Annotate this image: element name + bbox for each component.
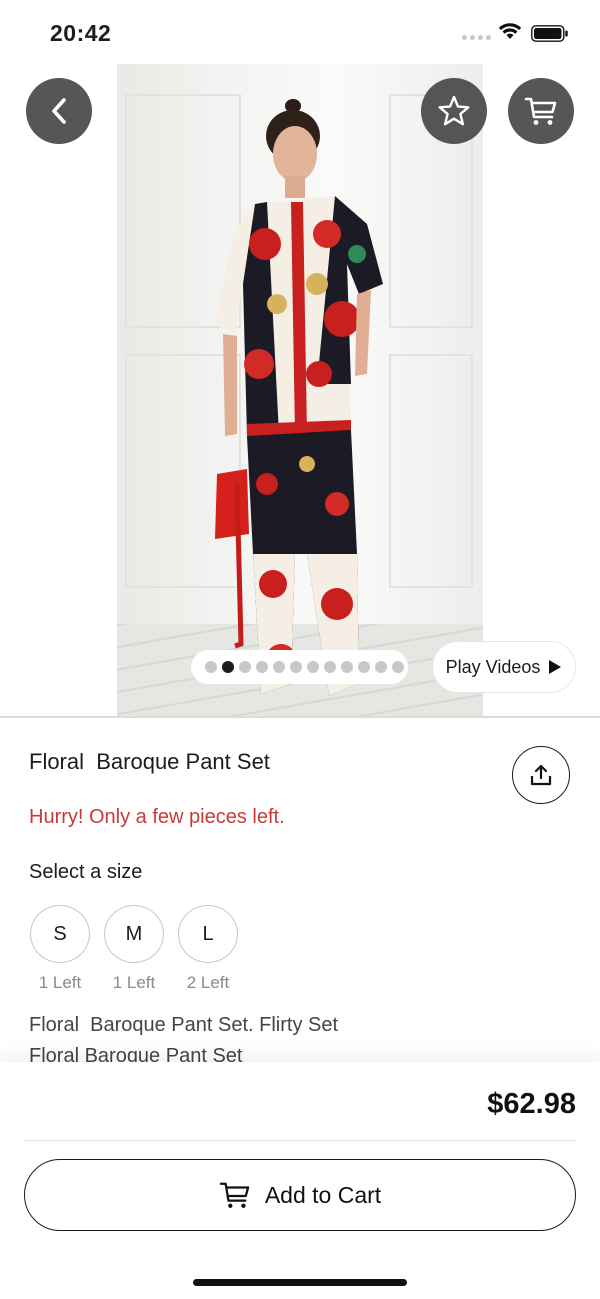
pager-dot[interactable] [307,661,319,673]
cart-icon [219,1182,250,1208]
play-videos-button[interactable]: Play Videos [432,641,576,693]
pager-dot[interactable] [324,661,336,673]
size-option-m: M 1 Left [103,905,165,993]
wifi-icon [498,23,522,39]
divider [24,1140,576,1141]
stock-warning: Hurry! Only a few pieces left. [29,806,285,828]
size-stock-m: 1 Left [112,973,156,992]
product-title: Floral Baroque Pant Set [29,749,270,774]
divider [0,716,600,718]
add-to-cart-button[interactable]: Add to Cart [24,1159,576,1231]
size-prompt: Select a size [29,861,143,883]
size-stock-l: 2 Left [186,973,230,992]
status-bar: 20:42 [0,0,600,64]
pager-dot[interactable] [358,661,370,673]
checkout-bar: $62.98 Add to Cart [0,1062,600,1299]
pager-dot[interactable] [290,661,302,673]
size-stock-s: 1 Left [38,973,82,992]
back-button[interactable] [26,78,92,144]
share-icon [530,764,552,786]
pager-dot[interactable] [375,661,387,673]
size-option-l: L 2 Left [177,905,239,993]
home-indicator [193,1279,407,1286]
signal-icon [462,35,491,40]
play-icon [549,660,562,674]
size-button-s[interactable]: S [30,905,90,963]
image-pager[interactable] [191,650,408,684]
add-to-cart-label: Add to Cart [264,1181,382,1208]
pager-dot[interactable] [239,661,251,673]
battery-icon [531,25,568,42]
chevron-left-icon [52,98,66,124]
pager-dot[interactable] [205,661,217,673]
share-button[interactable] [512,746,570,804]
star-icon [438,95,470,126]
pager-dot[interactable] [392,661,404,673]
product-image[interactable] [117,64,483,716]
pager-dot[interactable] [222,661,234,673]
cart-icon [524,97,557,125]
size-selector: S 1 Left M 1 Left L 2 Left [29,905,239,993]
play-videos-label: Play Videos [445,656,541,677]
pager-dot[interactable] [341,661,353,673]
status-time: 20:42 [50,20,112,46]
cart-button[interactable] [508,78,574,144]
size-button-m[interactable]: M [104,905,164,963]
size-button-l[interactable]: L [178,905,238,963]
description-line: Floral Baroque Pant Set. Flirty Set [29,1014,339,1036]
size-option-s: S 1 Left [29,905,91,993]
product-price: $62.98 [487,1088,576,1120]
pager-dot[interactable] [273,661,285,673]
favorite-button[interactable] [421,78,487,144]
pager-dot[interactable] [256,661,268,673]
